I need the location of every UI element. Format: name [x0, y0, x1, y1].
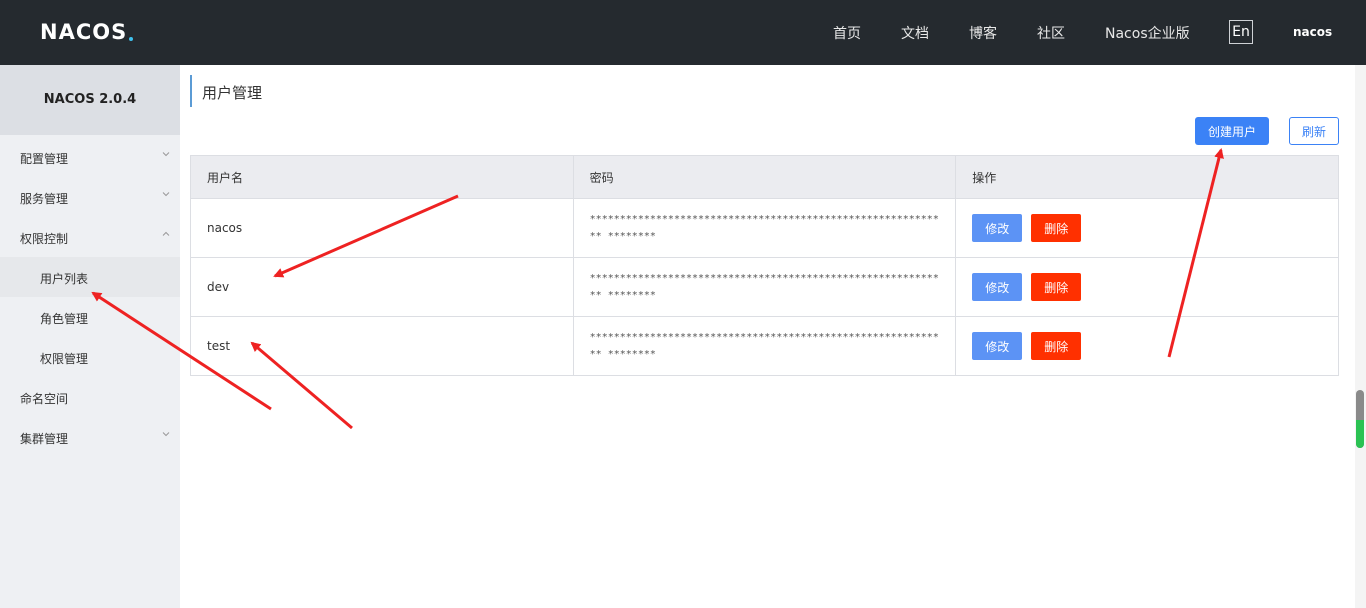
- sidebar: NACOS 2.0.4 配置管理 服务管理 权限控制 用户列表 角色管理 权限管…: [0, 65, 180, 608]
- sidebar-item-label: 权限管理: [40, 352, 89, 366]
- sidebar-item-config[interactable]: 配置管理: [0, 137, 180, 177]
- actions-cell: 修改 删除: [955, 316, 1339, 376]
- sidebar-item-label: 用户列表: [40, 272, 89, 286]
- chevron-down-icon: [162, 192, 170, 197]
- table-row: dev ************************************…: [190, 257, 1339, 317]
- version-box: NACOS 2.0.4: [0, 65, 180, 135]
- scrollbar-thumb[interactable]: [1356, 390, 1364, 448]
- refresh-button[interactable]: 刷新: [1289, 117, 1339, 145]
- sidebar-item-label: 命名空间: [20, 392, 69, 406]
- column-header-actions: 操作: [955, 155, 1339, 199]
- page-title: 用户管理: [202, 84, 263, 102]
- sidebar-item-cluster[interactable]: 集群管理: [0, 417, 180, 457]
- chevron-up-icon: [162, 231, 170, 236]
- page-header: 用户管理: [190, 75, 262, 107]
- nav-community[interactable]: 社区: [1037, 23, 1065, 43]
- sidebar-item-label: 权限控制: [20, 232, 69, 246]
- username-cell: dev: [190, 257, 574, 317]
- delete-button[interactable]: 删除: [1031, 332, 1082, 360]
- delete-button[interactable]: 删除: [1031, 214, 1082, 242]
- password-cell: ****************************************…: [572, 257, 957, 317]
- user-table: 用户名 密码 操作 nacos ************************…: [190, 155, 1339, 376]
- current-user[interactable]: nacos: [1293, 25, 1332, 39]
- version-label: NACOS 2.0.4: [43, 92, 137, 107]
- username-cell: test: [190, 316, 574, 376]
- table-row: test ***********************************…: [190, 316, 1339, 376]
- nav-docs[interactable]: 文档: [901, 23, 929, 43]
- sidebar-item-label: 角色管理: [40, 312, 89, 326]
- top-navbar: NACOS 首页 文档 博客 社区 Nacos企业版 En nacos: [0, 0, 1366, 65]
- column-header-username: 用户名: [190, 155, 574, 199]
- nav-blog[interactable]: 博客: [969, 23, 997, 43]
- sidebar-item-roles[interactable]: 角色管理: [0, 297, 180, 337]
- chevron-down-icon: [162, 152, 170, 157]
- column-header-password: 密码: [572, 155, 957, 199]
- scrollbar-track[interactable]: [1355, 65, 1366, 608]
- sidebar-item-label: 配置管理: [20, 152, 69, 166]
- nav-home[interactable]: 首页: [833, 23, 861, 43]
- sidebar-item-user-list[interactable]: 用户列表: [0, 257, 180, 297]
- sidebar-item-permissions[interactable]: 权限管理: [0, 337, 180, 377]
- sidebar-item-service[interactable]: 服务管理: [0, 177, 180, 217]
- language-switch-button[interactable]: En: [1229, 20, 1253, 44]
- sidebar-item-namespace[interactable]: 命名空间: [0, 377, 180, 417]
- edit-button[interactable]: 修改: [972, 273, 1023, 301]
- actions-cell: 修改 删除: [955, 257, 1339, 317]
- logo-text: NACOS: [40, 20, 128, 44]
- scrollbar-thumb-accent: [1356, 420, 1364, 448]
- nacos-logo[interactable]: NACOS: [40, 19, 134, 45]
- edit-button[interactable]: 修改: [972, 332, 1023, 360]
- table-row: nacos **********************************…: [190, 198, 1339, 258]
- chevron-down-icon: [162, 432, 170, 437]
- delete-button[interactable]: 删除: [1031, 273, 1082, 301]
- sidebar-item-label: 集群管理: [20, 432, 69, 446]
- password-cell: ****************************************…: [572, 198, 957, 258]
- password-cell: ****************************************…: [572, 316, 957, 376]
- create-user-button[interactable]: 创建用户: [1195, 117, 1269, 145]
- table-header-row: 用户名 密码 操作: [190, 155, 1339, 199]
- sidebar-item-auth[interactable]: 权限控制: [0, 217, 180, 257]
- actions-cell: 修改 删除: [955, 198, 1339, 258]
- edit-button[interactable]: 修改: [972, 214, 1023, 242]
- logo-dot: [129, 37, 134, 41]
- nav-enterprise[interactable]: Nacos企业版: [1105, 23, 1190, 43]
- username-cell: nacos: [190, 198, 574, 258]
- sidebar-item-label: 服务管理: [20, 192, 69, 206]
